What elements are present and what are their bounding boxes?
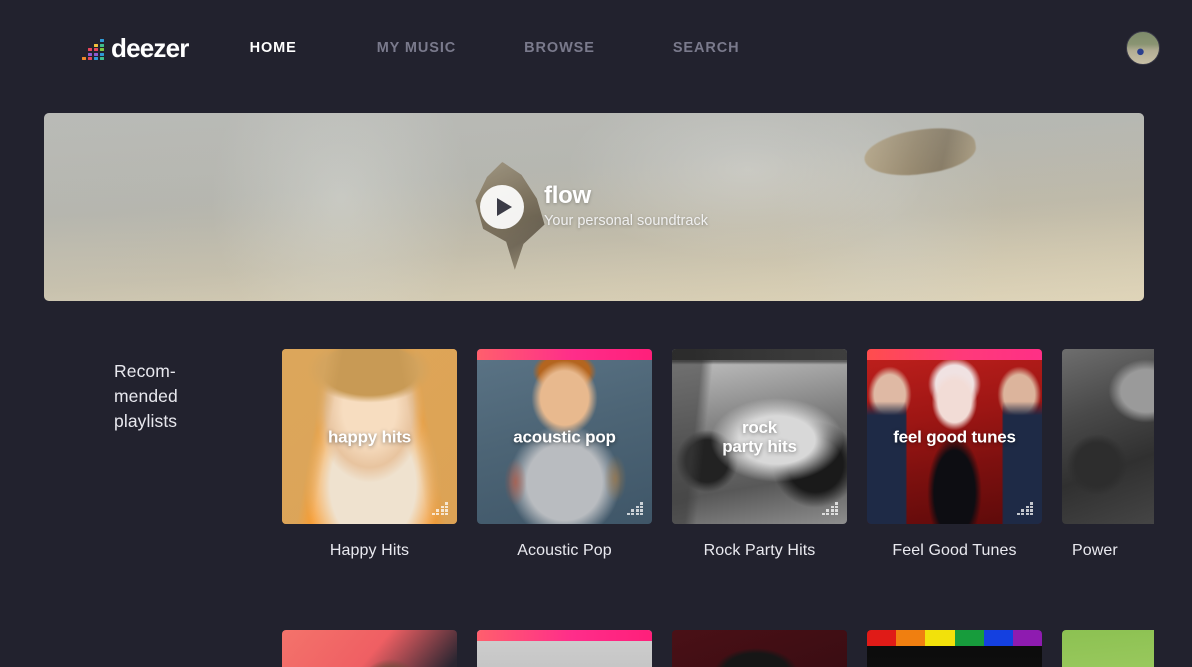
- flow-banner[interactable]: flow Your personal soundtrack: [44, 113, 1144, 301]
- playlist-card-label: Happy Hits: [329, 542, 410, 559]
- deezer-watermark-icon: [821, 502, 838, 515]
- section-second-row: all pop #LoveWins: [0, 630, 1192, 667]
- deezer-watermark-icon: [431, 502, 448, 515]
- playlist-card-label: Power: [1072, 542, 1118, 559]
- deezer-watermark-icon: [626, 502, 643, 515]
- artwork-overlay-line-1: rock: [741, 417, 778, 437]
- section-title-line-3: playlists: [114, 411, 178, 431]
- playlist-artwork[interactable]: rock party hits: [672, 349, 847, 524]
- pride-flag-icon: [867, 630, 1042, 646]
- play-icon[interactable]: [480, 185, 525, 229]
- section-title-line-2: mended: [114, 386, 178, 406]
- app-header: deezer HOME MY MUSIC BROWSE SEARCH: [0, 0, 1192, 96]
- playlist-card-b1[interactable]: [282, 630, 457, 667]
- nav-item-my-music[interactable]: MY MUSIC: [377, 40, 456, 56]
- playlist-card-b5[interactable]: [1062, 630, 1154, 667]
- playlist-card-power[interactable]: po Power: [1062, 349, 1154, 560]
- artwork-accent-bar: [477, 630, 652, 641]
- playlist-card-label: Rock Party Hits: [703, 542, 816, 559]
- playlist-artwork[interactable]: [1062, 630, 1154, 667]
- artwork-overlay-title: happy hits: [327, 426, 411, 446]
- avatar[interactable]: [1126, 31, 1160, 65]
- equalizer-icon: [82, 39, 104, 61]
- playlist-card-label: Acoustic Pop: [517, 542, 612, 559]
- playlist-card-all-pop[interactable]: all pop: [477, 630, 652, 667]
- section-recommended-playlists: Recom- mended playlists happy hits Happy…: [0, 349, 1192, 560]
- playlist-card-rock-party-hits[interactable]: rock party hits Rock Party Hits: [672, 349, 847, 560]
- deezer-logo[interactable]: deezer: [82, 32, 189, 63]
- main-nav: HOME MY MUSIC BROWSE SEARCH: [250, 40, 740, 56]
- playlist-artwork[interactable]: [672, 630, 847, 667]
- artwork-overlay-title: rock party hits: [672, 417, 847, 455]
- playlist-row-recommended: happy hits Happy Hits acoustic pop Acous…: [282, 349, 1154, 560]
- playlist-card-label: Feel Good Tunes: [892, 542, 1017, 559]
- playlist-row-second: all pop #LoveWins: [282, 630, 1154, 667]
- logo-wordmark: deezer: [111, 32, 189, 63]
- deezer-watermark-icon: [1016, 502, 1033, 515]
- nav-item-browse[interactable]: BROWSE: [524, 40, 595, 56]
- section-title-recommended: Recom- mended playlists: [0, 349, 282, 560]
- playlist-artwork[interactable]: all pop: [477, 630, 652, 667]
- playlist-card-lovewins[interactable]: #LoveWins: [867, 630, 1042, 667]
- artwork-overlay-title: po: [1062, 427, 1154, 446]
- playlist-artwork[interactable]: [282, 630, 457, 667]
- artwork-overlay-title: acoustic pop: [513, 426, 616, 446]
- playlist-card-happy-hits[interactable]: happy hits Happy Hits: [282, 349, 457, 560]
- flow-title: flow: [544, 182, 591, 210]
- playlist-artwork[interactable]: po: [1062, 349, 1154, 524]
- section-title-second: [0, 630, 282, 667]
- artwork-overlay-line-2: party hits: [722, 436, 797, 456]
- flow-subtitle: Your personal soundtrack: [544, 212, 708, 229]
- playlist-card-acoustic-pop[interactable]: acoustic pop Acoustic Pop: [477, 349, 652, 560]
- artwork-overlay-title: feel good tunes: [893, 426, 1016, 446]
- playlist-artwork[interactable]: feel good tunes: [867, 349, 1042, 524]
- playlist-card-feel-good-tunes[interactable]: feel good tunes Feel Good Tunes: [867, 349, 1042, 560]
- playlist-card-b3[interactable]: [672, 630, 847, 667]
- playlist-artwork[interactable]: acoustic pop: [477, 349, 652, 524]
- playlist-artwork[interactable]: #LoveWins: [867, 630, 1042, 667]
- section-title-line-1: Recom-: [114, 361, 176, 381]
- playlist-artwork[interactable]: happy hits: [282, 349, 457, 524]
- nav-item-search[interactable]: SEARCH: [673, 40, 740, 56]
- nav-item-home[interactable]: HOME: [250, 40, 297, 56]
